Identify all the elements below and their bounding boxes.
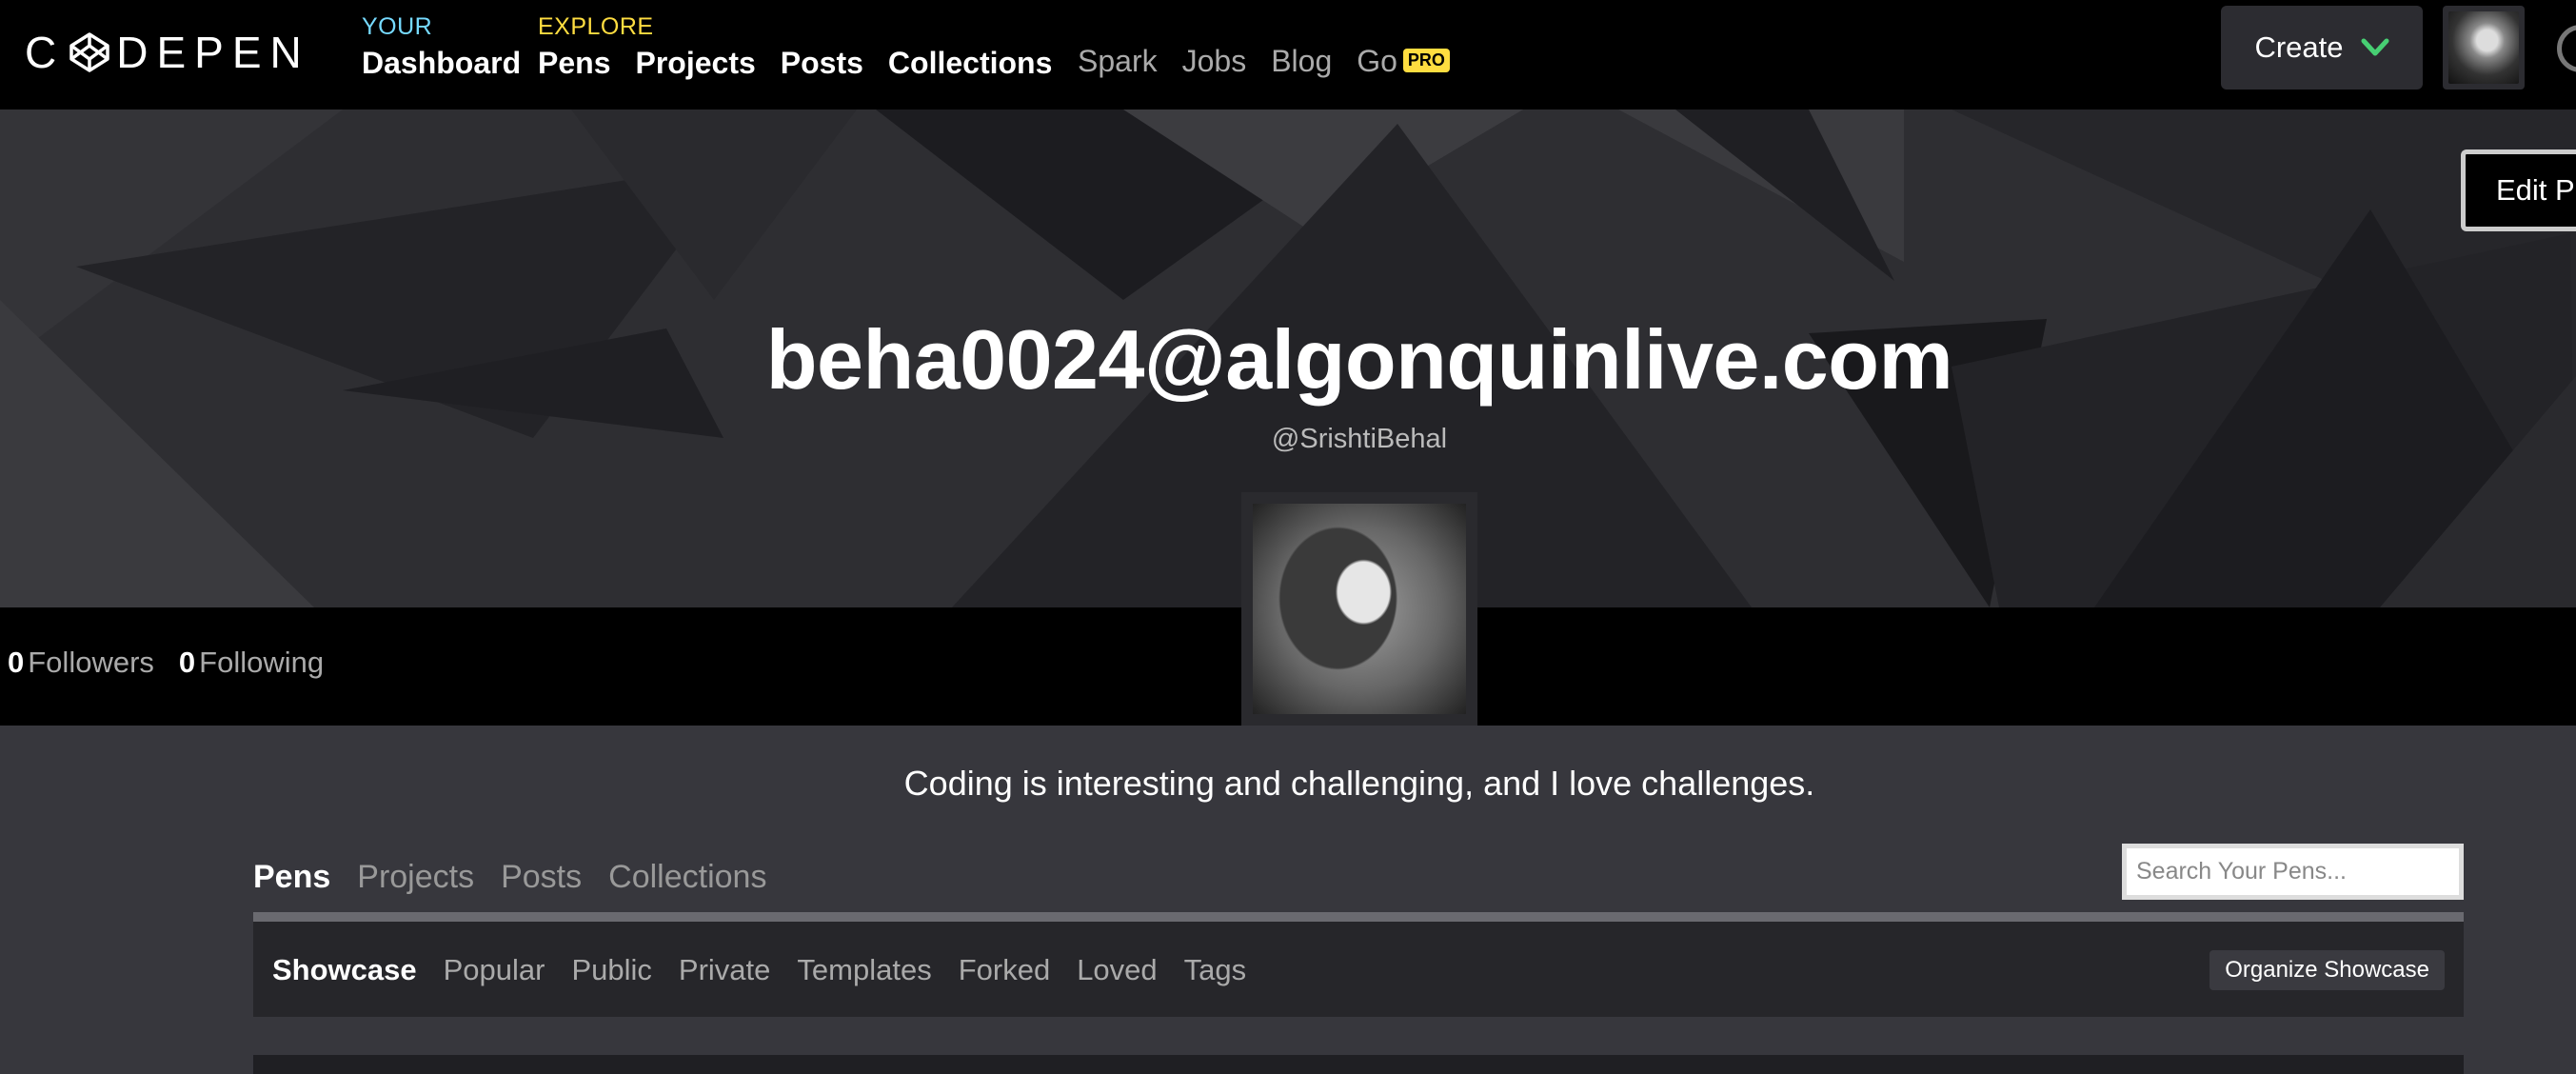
filter-forked[interactable]: Forked (959, 953, 1050, 987)
tab-collections[interactable]: Collections (608, 859, 766, 896)
tab-divider (253, 912, 2464, 922)
nav-spark-link[interactable]: Spark (1078, 44, 1158, 79)
create-button[interactable]: Create (2221, 6, 2423, 90)
nav-projects-link[interactable]: Projects (635, 46, 755, 81)
filter-showcase[interactable]: Showcase (272, 953, 417, 987)
nav-explore-kicker: EXPLORE (538, 13, 654, 40)
nav-blog-link[interactable]: Blog (1271, 44, 1332, 79)
user-avatar-button[interactable] (2443, 6, 2525, 90)
following-label: Following (199, 646, 325, 679)
logo-letter-c: C (25, 28, 66, 77)
avatar (2448, 11, 2519, 84)
followers-link[interactable]: 0 Followers (8, 646, 154, 680)
nav-posts-link[interactable]: Posts (781, 46, 863, 81)
edit-profile-button[interactable]: Edit Pr (2461, 149, 2576, 231)
filter-popular[interactable]: Popular (444, 953, 545, 987)
profile-handle[interactable]: @SrishtiBehal (0, 424, 2576, 455)
profile-photo (1253, 504, 1466, 714)
nav-go-label: Go (1357, 44, 1397, 78)
nav-pens-link[interactable]: Pens (538, 46, 610, 81)
codepen-cube-icon (69, 32, 109, 72)
search-pens-input[interactable] (2122, 844, 2464, 900)
chevron-down-icon (2361, 38, 2389, 56)
filter-loved[interactable]: Loved (1077, 953, 1157, 987)
filter-templates[interactable]: Templates (797, 953, 931, 987)
pro-badge: PRO (1402, 49, 1450, 73)
secondary-nav: Spark Jobs Blog Go PRO (1078, 44, 1450, 79)
nav-your-kicker: YOUR (362, 13, 433, 40)
profile-name: beha0024@algonquinlive.com (765, 312, 1953, 407)
filter-tags[interactable]: Tags (1184, 953, 1246, 987)
codepen-logo[interactable]: C DEPEN (25, 25, 310, 80)
profile-bio: Coding is interesting and challenging, a… (903, 764, 1815, 803)
filter-public[interactable]: Public (571, 953, 651, 987)
search-icon[interactable] (2557, 25, 2576, 72)
nav-jobs-link[interactable]: Jobs (1182, 44, 1247, 79)
pens-grid-area (253, 1055, 2464, 1074)
filter-private[interactable]: Private (679, 953, 770, 987)
tab-pens[interactable]: Pens (253, 859, 330, 896)
tab-posts[interactable]: Posts (501, 859, 582, 896)
top-navigation-bar: C DEPEN YOUR Dashboard EXPLORE Pens Proj… (0, 0, 2576, 109)
following-count: 0 (178, 646, 196, 679)
profile-photo-frame (1241, 492, 1477, 726)
organize-showcase-button[interactable]: Organize Showcase (2209, 950, 2445, 990)
followers-label: Followers (28, 646, 154, 679)
logo-letters-depen: DEPEN (116, 28, 310, 77)
pens-filter-bar: Showcase Popular Public Private Template… (253, 922, 2464, 1017)
create-button-label: Create (2254, 30, 2344, 64)
following-link[interactable]: 0 Following (179, 646, 324, 680)
followers-count: 0 (8, 646, 25, 679)
content-tabs: Pens Projects Posts Collections (253, 859, 766, 896)
nav-dashboard-link[interactable]: Dashboard (362, 46, 521, 81)
nav-go-link[interactable]: Go PRO (1357, 44, 1450, 79)
nav-your-group: YOUR Dashboard (362, 13, 521, 81)
nav-collections-link[interactable]: Collections (888, 46, 1052, 81)
nav-explore-group: EXPLORE Pens Projects Posts Collections (538, 13, 1052, 81)
tab-projects[interactable]: Projects (357, 859, 474, 896)
